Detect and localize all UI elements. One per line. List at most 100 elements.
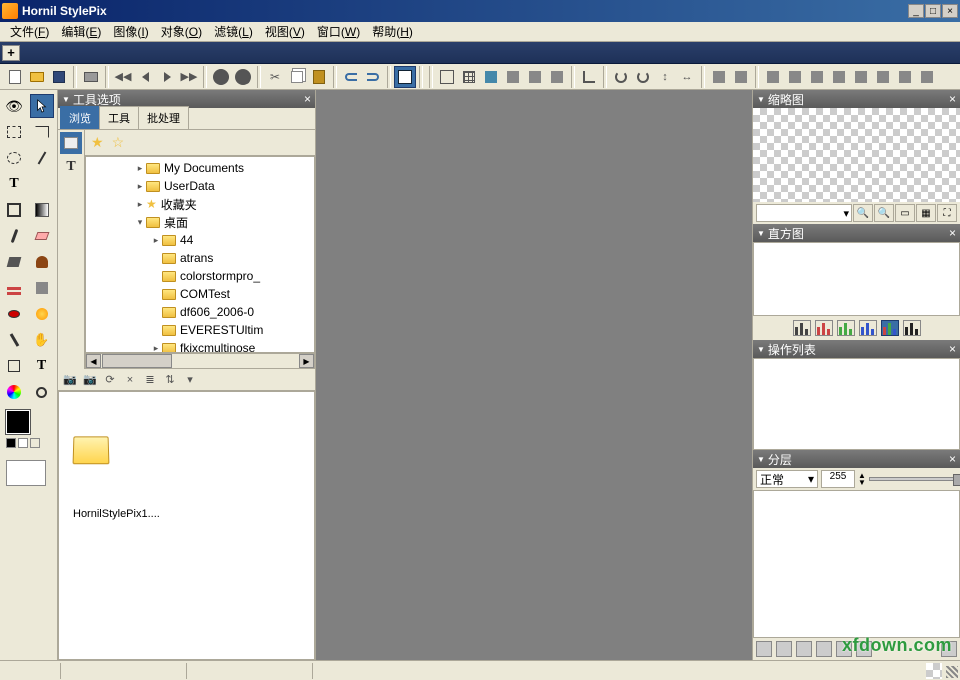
redeye-tool[interactable] — [2, 302, 26, 326]
minimize-button[interactable]: _ — [908, 4, 924, 18]
tree-row[interactable]: colorstormpro_ — [86, 267, 314, 285]
browse-mode-folder[interactable] — [60, 132, 82, 154]
fill-tool[interactable] — [2, 250, 26, 274]
star-icon[interactable]: ★ — [91, 134, 104, 151]
prev-button[interactable] — [134, 66, 156, 88]
canvas-area[interactable] — [316, 90, 752, 660]
close-icon[interactable]: × — [949, 92, 956, 106]
sort-button[interactable]: ⇅ — [162, 372, 178, 388]
gear-a-button[interactable] — [210, 66, 232, 88]
thumb-btn-2[interactable]: 📷 — [82, 372, 98, 388]
browse-mode-text[interactable]: T — [60, 156, 82, 178]
first-button[interactable]: ◀◀ — [112, 66, 134, 88]
clone-tool[interactable] — [30, 250, 54, 274]
text2-tool[interactable]: T — [30, 354, 54, 378]
menu-file[interactable]: 文件(F) — [4, 21, 55, 42]
layers-list[interactable] — [753, 490, 960, 638]
tree-row[interactable]: COMTest — [86, 285, 314, 303]
color-swatch[interactable] — [2, 406, 55, 490]
rect-select2-tool[interactable] — [30, 120, 54, 144]
open-button[interactable] — [26, 66, 48, 88]
tab-browse[interactable]: 浏览 — [60, 106, 100, 129]
menu-window[interactable]: 窗口(W) — [311, 21, 366, 42]
thumb-btn-1[interactable]: 📷 — [62, 372, 78, 388]
background-color[interactable] — [6, 460, 46, 486]
zoom-out-button[interactable]: 🔍 — [853, 204, 873, 222]
wand-tool[interactable] — [30, 146, 54, 170]
rotate-cw-button[interactable] — [632, 66, 654, 88]
histo-mode-all[interactable] — [903, 320, 921, 336]
layer-more-icon[interactable] — [941, 641, 957, 657]
histo-mode-b[interactable] — [859, 320, 877, 336]
zoom-combo[interactable]: ▾ — [756, 204, 852, 222]
save-button[interactable] — [48, 66, 70, 88]
close-icon[interactable]: × — [949, 226, 956, 240]
menu-help[interactable]: 帮助(H) — [366, 21, 419, 42]
new-button[interactable] — [4, 66, 26, 88]
histo-mode-r[interactable] — [815, 320, 833, 336]
workspace-button[interactable] — [394, 66, 416, 88]
menu-view[interactable]: 视图(V) — [259, 21, 311, 42]
align6-button[interactable] — [872, 66, 894, 88]
tree-row[interactable]: ▾桌面 — [86, 213, 314, 231]
full-button[interactable]: ⛶ — [937, 204, 957, 222]
close-icon[interactable]: × — [949, 452, 956, 466]
color-tool[interactable] — [2, 380, 26, 404]
thumbnail-area[interactable]: HornilStylePix1.... — [58, 391, 315, 660]
align3-button[interactable] — [806, 66, 828, 88]
text-tool[interactable]: T — [2, 172, 26, 196]
smudge-tool[interactable] — [30, 302, 54, 326]
folder-thumb-icon[interactable] — [73, 436, 110, 464]
layer-del-icon[interactable] — [856, 641, 872, 657]
shape-tool[interactable] — [2, 354, 26, 378]
next-button[interactable] — [156, 66, 178, 88]
guides-button[interactable] — [502, 66, 524, 88]
align5-button[interactable] — [850, 66, 872, 88]
print-button[interactable] — [80, 66, 102, 88]
tree-row[interactable]: ▸fkjxcmultinose — [86, 339, 314, 353]
histo-mode-g[interactable] — [837, 320, 855, 336]
actual-button[interactable]: ▦ — [916, 204, 936, 222]
tree-row[interactable]: df606_2006-0 — [86, 303, 314, 321]
cut-button[interactable]: ✂ — [264, 66, 286, 88]
opacity-slider[interactable] — [869, 477, 957, 481]
histo-mode-k[interactable] — [793, 320, 811, 336]
crop-tool[interactable] — [2, 198, 26, 222]
histogram-panel-header[interactable]: ▼直方图× — [753, 224, 960, 242]
list-button[interactable]: ≣ — [142, 372, 158, 388]
layer-group-icon[interactable] — [796, 641, 812, 657]
new-tab-button[interactable]: + — [2, 45, 20, 61]
snap-button[interactable] — [480, 66, 502, 88]
fit-button[interactable]: ▭ — [895, 204, 915, 222]
eraser-tool[interactable] — [30, 224, 54, 248]
close-icon[interactable]: × — [949, 342, 956, 356]
layer-dup-icon[interactable] — [776, 641, 792, 657]
tree-row[interactable]: atrans — [86, 249, 314, 267]
delete-button[interactable]: × — [122, 372, 138, 388]
operations-list[interactable] — [753, 358, 960, 450]
pointer-tool[interactable] — [30, 94, 54, 118]
histo-mode-rgb[interactable] — [881, 320, 899, 336]
crop-button[interactable] — [578, 66, 600, 88]
align4-button[interactable] — [828, 66, 850, 88]
layers-panel-header[interactable]: ▼分层× — [753, 450, 960, 468]
brush-tool[interactable] — [2, 224, 26, 248]
maximize-button[interactable]: □ — [925, 4, 941, 18]
grid-button[interactable] — [458, 66, 480, 88]
paste-button[interactable] — [308, 66, 330, 88]
misc2-button[interactable] — [546, 66, 568, 88]
refresh-button[interactable]: ⟳ — [102, 372, 118, 388]
blend-mode-combo[interactable]: 正常▾ — [756, 470, 818, 488]
resize-grip-icon[interactable] — [946, 666, 958, 678]
dropdown-icon[interactable]: ▾ — [182, 372, 198, 388]
ruler-button[interactable] — [436, 66, 458, 88]
rect-select-tool[interactable] — [2, 120, 26, 144]
menu-filter[interactable]: 滤镜(L) — [208, 21, 259, 42]
align7-button[interactable] — [894, 66, 916, 88]
picker-tool[interactable] — [2, 328, 26, 352]
panel-close-icon[interactable]: × — [304, 92, 311, 106]
resize-button[interactable] — [708, 66, 730, 88]
flip-v-button[interactable]: ↕ — [654, 66, 676, 88]
menu-image[interactable]: 图像(I) — [107, 21, 154, 42]
lasso-tool[interactable] — [2, 146, 26, 170]
